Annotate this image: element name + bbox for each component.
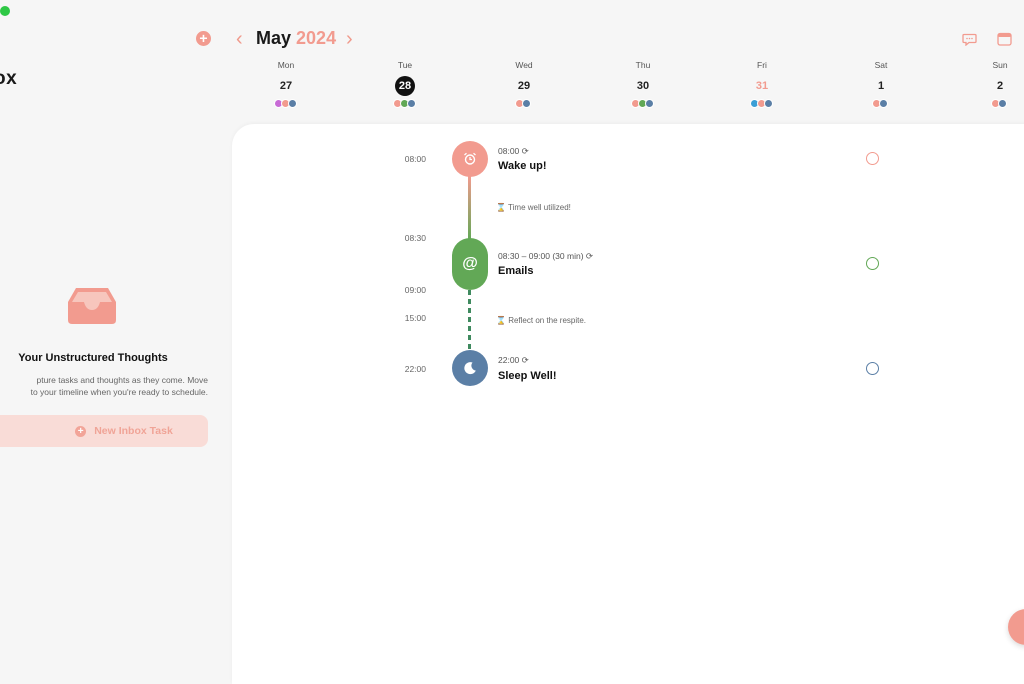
timeline-connector (468, 176, 471, 240)
gap-note: ⌛ Reflect on the respite. (496, 316, 587, 325)
task-color-dot (287, 99, 297, 108)
day-wed[interactable]: Wed 29 (494, 60, 554, 109)
empty-state-title: Your Unstructured Thoughts (18, 352, 168, 364)
day-dots (732, 99, 792, 109)
day-name: Mon (277, 60, 295, 70)
year-label: 2024 (296, 28, 337, 48)
day-name: Wed (515, 60, 533, 70)
empty-state-description: pture tasks and thoughts as they come. M… (0, 374, 208, 398)
task-complete-checkbox[interactable] (866, 362, 879, 375)
day-number: 31 (755, 80, 769, 92)
day-fri[interactable]: Fri 31 (732, 60, 792, 109)
day-dots (851, 99, 911, 109)
day-dots (970, 99, 1024, 109)
task-color-dot (763, 99, 773, 108)
day-mon[interactable]: Mon 27 (256, 60, 316, 109)
day-number: 30 (636, 80, 650, 92)
task-color-dot (879, 99, 888, 108)
task-title[interactable]: Sleep Well! (498, 370, 556, 382)
time-label: 08:30 (404, 233, 426, 243)
time-label: 08:00 (404, 154, 426, 164)
task-time: 08:00 ⟳ (498, 146, 529, 156)
day-number: 29 (517, 80, 531, 92)
hourglass-icon: ⌛ (496, 316, 506, 325)
moon-icon[interactable] (452, 350, 488, 386)
task-title[interactable]: Emails (498, 265, 533, 277)
day-dots (613, 99, 673, 109)
day-dots (256, 99, 316, 109)
month-title: May 2024 (256, 28, 336, 49)
empty-state-line-1: pture tasks and thoughts as they come. M… (36, 375, 208, 385)
repeat-icon: ⟳ (585, 251, 594, 261)
task-time: 08:30 – 09:00 (30 min) ⟳ (498, 251, 594, 261)
day-thu[interactable]: Thu 30 (613, 60, 673, 109)
day-dots (375, 99, 435, 109)
time-label: 22:00 (404, 364, 426, 374)
chevron-left-icon[interactable]: ‹ (236, 29, 243, 49)
task-complete-checkbox[interactable] (866, 257, 879, 270)
time-label: 09:00 (404, 285, 426, 295)
inbox-sidebar: + ox Your Unstructured Thoughts pture ta… (0, 0, 232, 655)
calendar-icon[interactable] (997, 32, 1012, 46)
repeat-icon: ⟳ (521, 146, 529, 156)
day-dots (494, 99, 554, 109)
plus-circle-icon[interactable]: + (196, 31, 211, 46)
new-inbox-task-label: New Inbox Task (94, 425, 173, 437)
day-sat[interactable]: Sat 1 (851, 60, 911, 109)
plus-circle-icon: + (75, 425, 87, 437)
task-complete-checkbox[interactable] (866, 152, 879, 165)
day-sun[interactable]: Sun 2 (970, 60, 1024, 109)
new-inbox-task-button[interactable]: + New Inbox Task (0, 415, 208, 447)
gap-note: ⌛ Time well utilized! (496, 203, 571, 212)
task-color-dot (644, 99, 654, 108)
day-number: 1 (877, 80, 885, 92)
day-number: 2 (996, 80, 1004, 92)
day-name: Tue (397, 60, 413, 70)
day-name: Sat (874, 60, 888, 70)
task-time: 22:00 ⟳ (498, 355, 529, 365)
timeline-gap-dashed (468, 290, 471, 352)
chevron-right-icon[interactable]: › (346, 29, 353, 49)
hourglass-icon: ⌛ (496, 203, 506, 212)
sidebar-title: ox (0, 68, 18, 89)
inbox-tray-icon (68, 288, 116, 324)
at-sign-icon[interactable]: @ (452, 238, 488, 290)
alarm-clock-icon[interactable] (452, 141, 488, 177)
day-number-selected: 28 (395, 76, 415, 96)
day-number: 27 (279, 80, 293, 92)
day-name: Thu (635, 60, 651, 70)
timeline-panel (232, 124, 1024, 684)
day-name: Fri (757, 60, 767, 70)
task-color-dot (522, 99, 531, 108)
repeat-icon: ⟳ (521, 355, 529, 365)
time-label: 15:00 (404, 313, 426, 323)
task-color-dot (998, 99, 1007, 108)
chat-icon[interactable] (962, 33, 977, 46)
empty-state-line-2: to your timeline when you're ready to sc… (30, 387, 208, 397)
month-label: May (256, 28, 292, 48)
task-color-dot (406, 99, 416, 108)
task-title[interactable]: Wake up! (498, 160, 547, 172)
day-name: Sun (992, 60, 1008, 70)
day-tue[interactable]: Tue 28 (375, 60, 435, 109)
